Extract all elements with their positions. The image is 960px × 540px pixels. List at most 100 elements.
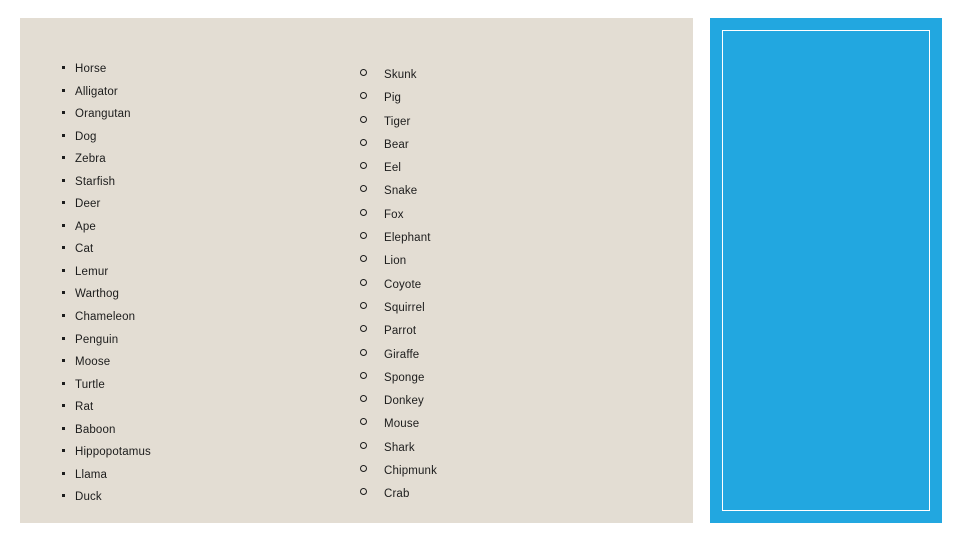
list-item: Starfish	[62, 175, 362, 200]
list-item-label: Fox	[384, 208, 404, 221]
list-item-label: Deer	[75, 198, 101, 211]
circle-bullet-icon	[360, 278, 367, 286]
list-item-label: Mouse	[384, 418, 420, 431]
square-bullet-icon	[62, 404, 65, 408]
square-bullet-icon	[62, 201, 65, 205]
list-item: Penguin	[62, 334, 362, 358]
list-item: Donkey	[360, 395, 660, 419]
list-item-label: Squirrel	[384, 301, 425, 314]
square-bullet-icon	[62, 178, 65, 182]
list-item: Turtle	[62, 378, 362, 403]
list-item-label: Crab	[384, 488, 410, 501]
circle-bullet-icon	[360, 69, 367, 76]
list-item: Crab	[360, 488, 660, 512]
list-item-label: Lion	[384, 255, 407, 268]
circle-bullet-icon	[360, 138, 367, 146]
circle-bullet-icon	[360, 232, 367, 240]
circle-bullet-icon	[360, 301, 367, 309]
list-item-label: Giraffe	[384, 348, 420, 361]
circle-bullet-icon	[360, 418, 367, 426]
list-item: Orangutan	[62, 109, 362, 132]
circle-bullet-icon	[360, 465, 367, 473]
accent-panel-inner-border	[722, 30, 930, 511]
list-item-label: Orangutan	[75, 108, 131, 121]
list-item: Chipmunk	[360, 465, 660, 489]
list-item-label: Elephant	[384, 232, 431, 245]
list-item: Skunk	[360, 69, 660, 93]
list-item: Ape	[62, 221, 362, 245]
list-item: Hippopotamus	[62, 447, 362, 470]
list-item: Lemur	[62, 265, 362, 290]
list-item-label: Eel	[384, 162, 402, 175]
circle-bullet-icon	[360, 185, 367, 193]
list-item: Moose	[62, 357, 362, 380]
list-item-label: Pig	[384, 92, 402, 105]
list-item: Squirrel	[360, 301, 660, 326]
list-item: Elephant	[360, 232, 660, 256]
list-item-label: Coyote	[384, 278, 422, 291]
square-bullet-icon	[62, 381, 65, 385]
list-item: Zebra	[62, 154, 362, 177]
circle-bullet-icon	[360, 325, 367, 333]
list-item: Cat	[62, 244, 362, 267]
list-item: Rat	[62, 402, 362, 425]
list-item: Chameleon	[62, 312, 362, 335]
list-item: Shark	[360, 441, 660, 466]
square-bullet-icon	[62, 336, 65, 340]
circle-bullet-icon	[360, 208, 367, 216]
circle-bullet-icon	[360, 92, 367, 100]
list-item: Sponge	[360, 371, 660, 396]
list-item-label: Shark	[384, 441, 415, 454]
square-bullet-icon	[62, 88, 65, 92]
accent-panel	[710, 18, 942, 523]
list-item: Llama	[62, 468, 362, 493]
list-item-label: Rat	[75, 401, 94, 414]
list-item-label: Duck	[75, 491, 102, 504]
circle-bullet-icon	[360, 441, 367, 449]
square-bullet-icon	[62, 494, 65, 498]
list-item-label: Baboon	[75, 423, 116, 436]
square-bullet-icon	[62, 449, 65, 453]
content-panel: Horse Alligator Orangutan Dog Zebra Starfish D…	[20, 18, 693, 523]
list-item-label: Hippopotamus	[75, 446, 151, 459]
circle-bullet-icon	[360, 488, 367, 496]
list-item: Baboon	[62, 423, 362, 448]
list-item: Fox	[360, 208, 660, 233]
square-bullet-icon	[62, 223, 65, 227]
square-bullet-icon	[62, 133, 65, 137]
animal-list-primary: Horse Alligator Orangutan Dog Zebra Starfish D…	[62, 63, 362, 515]
list-item: Horse	[62, 63, 362, 87]
list-item-label: Tiger	[384, 115, 411, 128]
list-item-label: Llama	[75, 468, 108, 481]
list-item: Dog	[62, 131, 362, 155]
list-item-label: Lemur	[75, 265, 109, 278]
square-bullet-icon	[62, 426, 65, 430]
circle-bullet-icon	[360, 371, 367, 379]
list-item-label: Cat	[75, 243, 94, 256]
circle-bullet-icon	[360, 348, 367, 356]
list-item-label: Bear	[384, 138, 409, 151]
square-bullet-icon	[62, 111, 65, 115]
list-item: Eel	[360, 162, 660, 186]
list-item-label: Warthog	[75, 288, 120, 301]
list-item: Deer	[62, 199, 362, 222]
list-item-label: Zebra	[75, 153, 106, 166]
circle-bullet-icon	[360, 255, 367, 263]
list-item-label: Horse	[75, 63, 107, 75]
list-item: Parrot	[360, 325, 660, 349]
list-item: Tiger	[360, 115, 660, 140]
list-item-label: Skunk	[384, 69, 417, 81]
list-item-label: Alligator	[75, 85, 118, 98]
animal-list-secondary: Skunk Pig Tiger Bear Eel Snake Fox Elephant Lion…	[360, 69, 660, 513]
list-item: Snake	[360, 185, 660, 209]
list-item: Warthog	[62, 289, 362, 312]
circle-bullet-icon	[360, 115, 367, 123]
list-item-label: Donkey	[384, 395, 424, 408]
square-bullet-icon	[62, 314, 65, 318]
list-item: Bear	[360, 138, 660, 163]
circle-bullet-icon	[360, 395, 367, 403]
list-item-label: Starfish	[75, 175, 116, 188]
list-item: Pig	[360, 92, 660, 116]
list-item-label: Sponge	[384, 371, 425, 384]
list-item-label: Turtle	[75, 378, 105, 391]
